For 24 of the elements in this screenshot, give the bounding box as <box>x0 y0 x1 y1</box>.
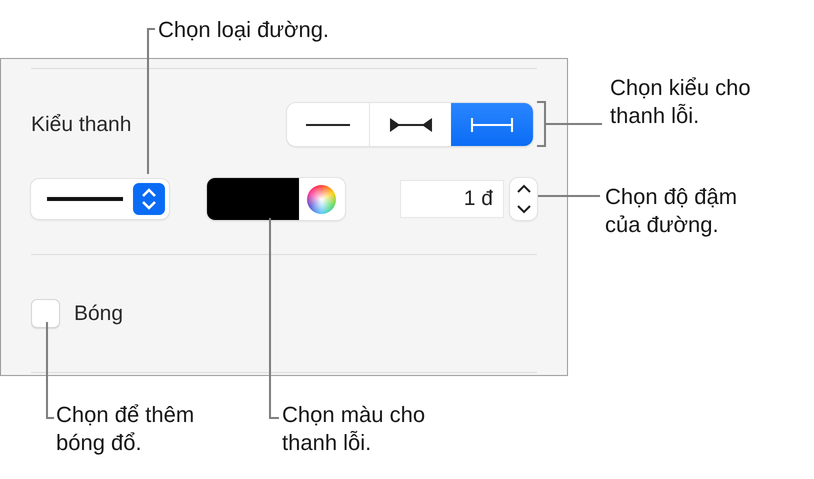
line-sample-icon <box>47 197 123 201</box>
width-field[interactable]: 1 đ <box>400 180 504 218</box>
leader-line <box>546 123 602 125</box>
bar-style-segment[interactable] <box>368 103 452 146</box>
leader-line <box>538 195 600 197</box>
color-well[interactable] <box>206 178 344 220</box>
up-down-chevrons-icon <box>516 182 532 216</box>
width-stepper[interactable] <box>510 178 537 220</box>
line-style-popup[interactable] <box>31 179 169 219</box>
bar-style-segment[interactable] <box>287 103 369 146</box>
stepper-chevrons-icon <box>133 183 165 215</box>
bar-style-label: Kiểu thanh <box>31 112 132 136</box>
shadow-checkbox[interactable] <box>31 299 60 328</box>
callout-text: Chọn loại đường. <box>158 16 330 44</box>
color-wheel-icon <box>306 184 336 214</box>
callout-text: Chọn màu cho thanh lỗi. <box>282 401 426 457</box>
shadow-label: Bóng <box>74 302 124 326</box>
plain-line-icon <box>306 122 350 126</box>
callout-text: Chọn để thêm bóng đổ. <box>56 401 196 457</box>
arrowheads-line-icon <box>390 118 432 132</box>
callout-text: Chọn độ đậm của đường. <box>605 183 738 239</box>
bracket-line <box>537 101 546 147</box>
callout-text: Chọn kiểu cho thanh lỗi. <box>610 74 752 130</box>
capped-line-icon <box>471 118 514 132</box>
